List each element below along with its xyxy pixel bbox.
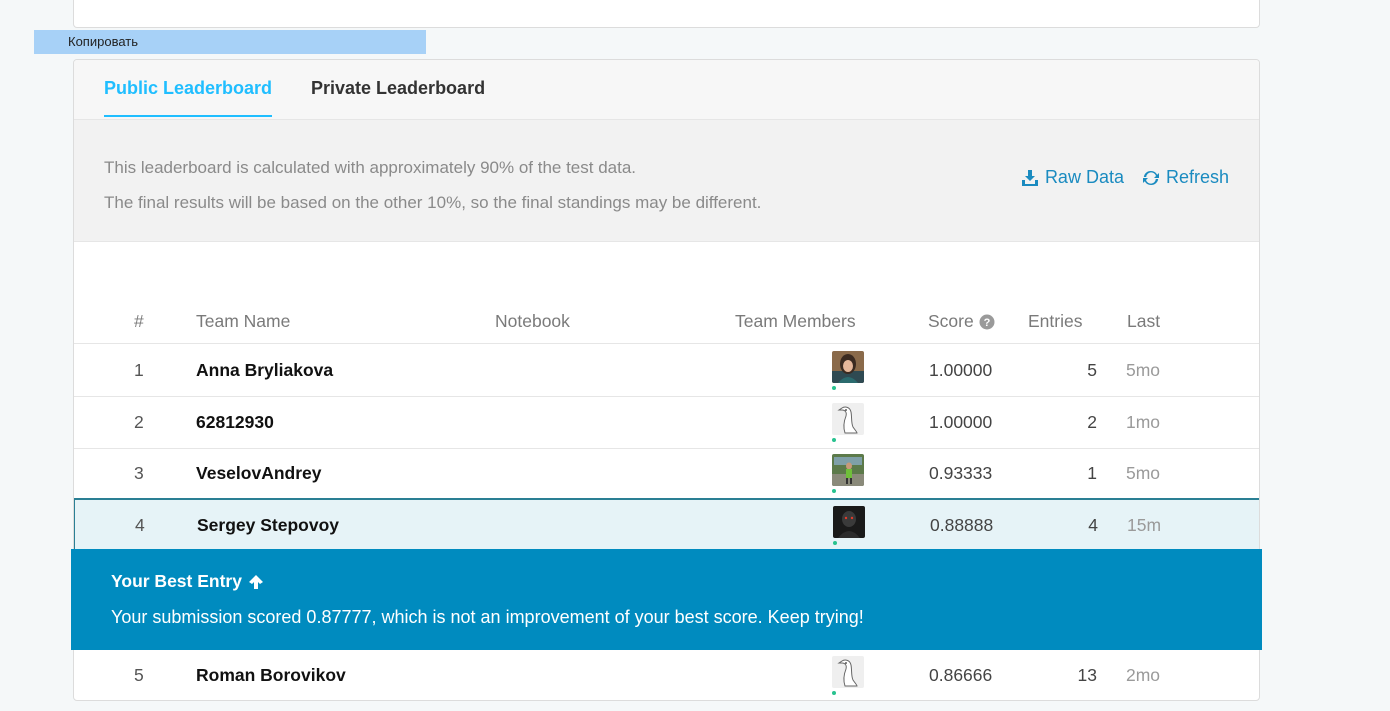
col-entries[interactable]: Entries (1028, 311, 1082, 332)
row-rank: 1 (134, 360, 144, 380)
leaderboard-info-panel: This leaderboard is calculated with appr… (74, 120, 1259, 242)
raw-data-button[interactable]: Raw Data (1021, 167, 1124, 188)
col-rank: # (134, 311, 144, 331)
goose-icon (832, 403, 864, 435)
row-score: 1.00000 (929, 360, 993, 380)
best-entry-title: Your Best Entry (111, 571, 264, 592)
best-entry-banner: Your Best Entry Your submission scored 0… (71, 549, 1262, 650)
row-entries: 13 (1077, 665, 1097, 685)
table-row-current-user[interactable]: 4 Sergey Stepovoy 0.88888 4 15m (74, 498, 1259, 551)
row-last: 15m (1127, 515, 1162, 535)
online-status-dot (832, 386, 836, 390)
row-team-name[interactable]: VeselovAndrey (196, 463, 321, 484)
avatar[interactable] (832, 454, 864, 486)
row-rank: 4 (135, 515, 145, 535)
online-status-dot (832, 691, 836, 695)
col-score-label: Score (928, 311, 974, 331)
avatar[interactable] (832, 656, 864, 688)
download-icon (1021, 169, 1038, 186)
row-rank: 2 (134, 412, 144, 432)
col-score[interactable]: Score ? (928, 311, 995, 332)
refresh-button[interactable]: Refresh (1142, 167, 1229, 188)
row-team-name[interactable]: Roman Borovikov (196, 665, 346, 686)
row-score: 1.00000 (929, 412, 993, 432)
tab-public-leaderboard[interactable]: Public Leaderboard (104, 77, 273, 117)
copy-bar[interactable]: Копировать (34, 30, 426, 54)
raw-data-label: Raw Data (1044, 167, 1124, 187)
refresh-icon (1142, 170, 1159, 185)
table-row[interactable]: 2 62812930 1.00000 2 1mo (74, 397, 1259, 449)
info-line-1: This leaderboard is calculated with appr… (104, 158, 637, 177)
row-rank: 3 (134, 463, 144, 483)
row-entries: 1 (1087, 463, 1097, 483)
info-text: This leaderboard is calculated with appr… (104, 150, 761, 220)
row-last: 1mo (1126, 412, 1161, 432)
col-team-members: Team Members (735, 311, 856, 331)
online-status-dot (832, 438, 836, 442)
row-last: 5mo (1126, 360, 1161, 380)
goose-icon (832, 656, 864, 688)
leaderboard-actions: Raw Data Refresh (1021, 167, 1229, 188)
row-last: 5mo (1126, 463, 1161, 483)
row-score: 0.93333 (929, 463, 993, 483)
help-icon[interactable]: ? (979, 314, 995, 330)
row-team-name[interactable]: 62812930 (196, 412, 274, 433)
arrow-up-icon (248, 574, 263, 589)
row-team-name[interactable]: Sergey Stepovoy (197, 515, 339, 536)
col-team-name[interactable]: Team Name (196, 311, 290, 332)
row-team-name[interactable]: Anna Bryliakova (196, 360, 333, 381)
best-entry-message: Your submission scored 0.87777, which is… (111, 607, 864, 627)
row-last: 2mo (1126, 665, 1161, 685)
row-score: 0.86666 (929, 665, 993, 685)
table-header: # Team Name Notebook Team Members Score … (74, 310, 1259, 344)
row-entries: 5 (1087, 360, 1097, 380)
avatar[interactable] (832, 351, 864, 383)
table-row[interactable]: 1 Anna Bryliakova 1.00000 5 5mo (74, 345, 1259, 397)
col-last[interactable]: Last (1127, 311, 1160, 332)
table-row[interactable]: 5 Roman Borovikov 0.86666 13 2mo (74, 650, 1259, 700)
table-row[interactable]: 3 VeselovAndrey 0.93333 1 5mo (74, 448, 1259, 500)
previous-section-card (73, 0, 1260, 28)
row-rank: 5 (134, 665, 144, 685)
row-entries: 2 (1087, 412, 1097, 432)
leaderboard-tabs: Public Leaderboard Private Leaderboard (74, 60, 1259, 120)
best-entry-title-text: Your Best Entry (111, 571, 242, 591)
online-status-dot (832, 489, 836, 493)
refresh-label: Refresh (1165, 167, 1229, 187)
row-score: 0.88888 (930, 515, 994, 535)
col-notebook: Notebook (495, 311, 570, 331)
svg-text:?: ? (983, 317, 990, 329)
info-line-2: The final results will be based on the o… (104, 193, 762, 212)
avatar[interactable] (832, 403, 864, 435)
online-status-dot (833, 541, 837, 545)
avatar[interactable] (833, 506, 865, 538)
row-entries: 4 (1088, 515, 1098, 535)
tab-private-leaderboard[interactable]: Private Leaderboard (311, 77, 485, 117)
